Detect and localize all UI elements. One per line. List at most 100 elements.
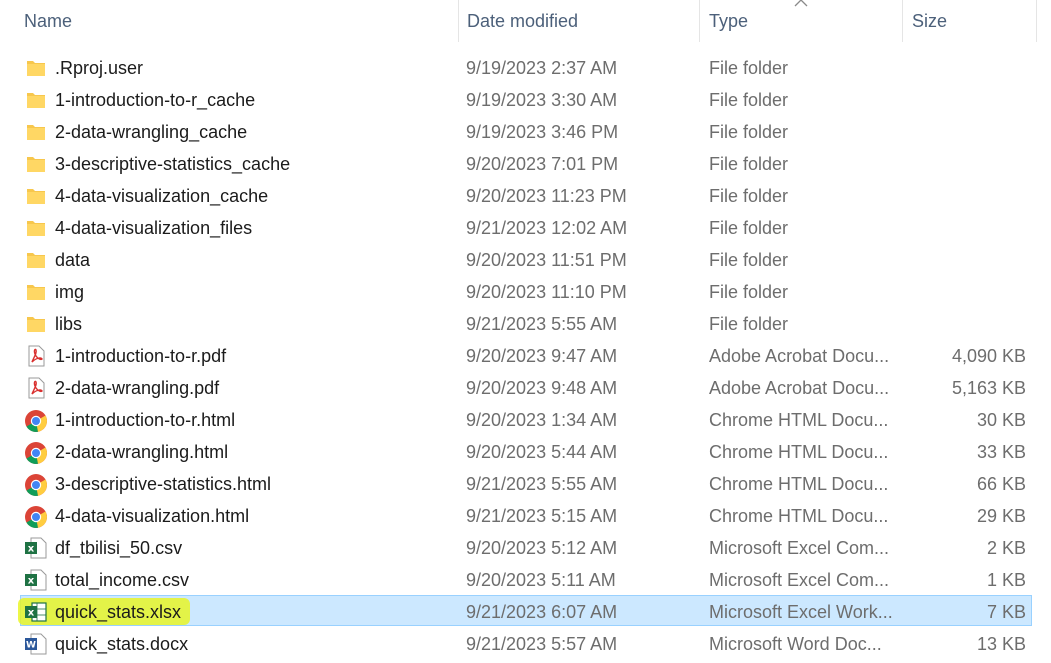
file-name[interactable]: 4-data-visualization_files: [55, 212, 455, 244]
file-type: File folder: [709, 58, 789, 78]
file-name[interactable]: data: [55, 244, 455, 276]
folder-icon: [24, 249, 48, 271]
file-row[interactable]: data 9/20/2023 11:51 PM File folder: [0, 244, 1051, 276]
file-name[interactable]: img: [55, 276, 455, 308]
column-header-name[interactable]: Name: [18, 0, 458, 42]
file-date-modified: 9/20/2023 11:10 PM: [466, 282, 627, 302]
excel-csv-icon: x: [24, 537, 48, 559]
file-row[interactable]: libs 9/21/2023 5:55 AM File folder: [0, 308, 1051, 340]
file-row[interactable]: .Rproj.user 9/19/2023 2:37 AM File folder: [0, 52, 1051, 84]
file-type: File folder: [709, 250, 789, 270]
file-name[interactable]: total_income.csv: [55, 564, 455, 596]
file-name[interactable]: 4-data-visualization_cache: [55, 180, 455, 212]
folder-icon: [24, 281, 48, 303]
file-size: 7 KB: [986, 602, 1026, 622]
file-size: 4,090 KB: [951, 346, 1026, 366]
file-row[interactable]: x df_tbilisi_50.csv 9/20/2023 5:12 AM Micro…: [0, 532, 1051, 564]
file-date-modified: 9/20/2023 11:51 PM: [466, 250, 627, 270]
file-type: Microsoft Word Doc...: [709, 634, 882, 654]
folder-icon: [24, 185, 48, 207]
column-header-bar: Name Date modified Type Size: [0, 0, 1051, 42]
file-size: [886, 212, 1026, 244]
file-row[interactable]: Wquick_stats.docx 9/21/2023 5:57 AM Micros…: [0, 628, 1051, 660]
chrome-icon: [24, 473, 48, 496]
file-row[interactable]: 2-data-wrangling.pdf 9/20/2023 9:48 AM Ado…: [0, 372, 1051, 404]
word-icon: W: [24, 633, 48, 655]
folder-icon: [24, 153, 48, 175]
chrome-icon: [24, 441, 48, 464]
file-row[interactable]: 3-descriptive-statistics_cache 9/20/2023 …: [0, 148, 1051, 180]
folder-icon: [24, 89, 48, 111]
file-size: [886, 308, 1026, 340]
file-type: File folder: [709, 314, 789, 334]
file-name[interactable]: 3-descriptive-statistics.html: [55, 468, 455, 500]
file-size: [886, 276, 1026, 308]
file-list: .Rproj.user 9/19/2023 2:37 AM File folder …: [0, 52, 1051, 660]
file-type: Chrome HTML Docu...: [709, 442, 889, 462]
file-row[interactable]: x quick_stats.xlsx 9/21/2023 6:07 AM Micros…: [0, 595, 1051, 628]
file-row[interactable]: 1-introduction-to-r.pdf 9/20/2023 9:47 AM…: [0, 340, 1051, 372]
file-date-modified: 9/21/2023 6:07 AM: [466, 602, 618, 622]
file-name[interactable]: 4-data-visualization.html: [55, 500, 455, 532]
file-name[interactable]: quick_stats.docx: [55, 628, 455, 660]
file-name[interactable]: .Rproj.user: [55, 52, 455, 84]
file-date-modified: 9/20/2023 5:44 AM: [466, 442, 618, 462]
svg-text:x: x: [28, 544, 35, 555]
file-type: Chrome HTML Docu...: [709, 410, 889, 430]
file-date-modified: 9/21/2023 5:15 AM: [466, 506, 618, 526]
file-row[interactable]: 2-data-wrangling.html 9/20/2023 5:44 AM Ch…: [0, 436, 1051, 468]
file-row[interactable]: 1-introduction-to-r.html 9/20/2023 1:34 A…: [0, 404, 1051, 436]
column-divider[interactable]: [458, 0, 459, 42]
file-size: [886, 148, 1026, 180]
file-name[interactable]: 2-data-wrangling.html: [55, 436, 455, 468]
file-name[interactable]: 1-introduction-to-r.pdf: [55, 340, 455, 372]
file-row[interactable]: 3-descriptive-statistics.html 9/21/2023 5…: [0, 468, 1051, 500]
file-name[interactable]: 1-introduction-to-r.html: [55, 404, 455, 436]
pdf-icon: [24, 377, 48, 399]
file-size: [886, 52, 1026, 84]
file-row[interactable]: 4-data-visualization_cache 9/20/2023 11:2…: [0, 180, 1051, 212]
file-row[interactable]: 4-data-visualization.html 9/21/2023 5:15 …: [0, 500, 1051, 532]
file-name[interactable]: libs: [55, 308, 455, 340]
svg-text:W: W: [26, 641, 36, 651]
chrome-icon: [24, 505, 48, 528]
file-row[interactable]: 4-data-visualization_files 9/21/2023 12:0…: [0, 212, 1051, 244]
excel-icon: x: [24, 601, 48, 623]
file-date-modified: 9/20/2023 1:34 AM: [466, 410, 618, 430]
file-size: 30 KB: [976, 410, 1026, 430]
column-divider[interactable]: [699, 0, 700, 42]
file-row[interactable]: img 9/20/2023 11:10 PM File folder: [0, 276, 1051, 308]
file-size: [886, 244, 1026, 276]
file-type: Microsoft Excel Com...: [709, 538, 890, 558]
column-header-size[interactable]: Size: [906, 0, 1036, 42]
file-name[interactable]: 1-introduction-to-r_cache: [55, 84, 455, 116]
column-header-date-modified[interactable]: Date modified: [461, 0, 699, 42]
svg-text:x: x: [28, 576, 35, 587]
file-type: Microsoft Excel Work...: [709, 602, 893, 622]
chrome-icon: [24, 409, 48, 432]
file-date-modified: 9/19/2023 3:30 AM: [466, 90, 618, 110]
file-type: Adobe Acrobat Docu...: [709, 346, 890, 366]
chevron-up-icon: [794, 0, 808, 7]
file-type: Microsoft Excel Com...: [709, 570, 890, 590]
file-type: File folder: [709, 90, 789, 110]
file-row[interactable]: x total_income.csv 9/20/2023 5:11 AM Micros…: [0, 564, 1051, 596]
file-name[interactable]: 2-data-wrangling.pdf: [55, 372, 455, 404]
file-row[interactable]: 2-data-wrangling_cache 9/19/2023 3:46 PM F…: [0, 116, 1051, 148]
file-type: Chrome HTML Docu...: [709, 506, 889, 526]
file-name[interactable]: quick_stats.xlsx: [55, 596, 455, 628]
file-date-modified: 9/20/2023 5:11 AM: [466, 570, 616, 590]
file-size: [886, 180, 1026, 212]
file-type: File folder: [709, 282, 789, 302]
file-name[interactable]: df_tbilisi_50.csv: [55, 532, 455, 564]
file-date-modified: 9/20/2023 5:12 AM: [466, 538, 618, 558]
column-divider[interactable]: [1036, 0, 1037, 42]
file-row[interactable]: 1-introduction-to-r_cache 9/19/2023 3:30 …: [0, 84, 1051, 116]
file-date-modified: 9/21/2023 12:02 AM: [466, 218, 628, 238]
svg-text:x: x: [28, 608, 35, 619]
file-name[interactable]: 3-descriptive-statistics_cache: [55, 148, 455, 180]
column-divider[interactable]: [902, 0, 903, 42]
pdf-icon: [24, 345, 48, 367]
file-type: File folder: [709, 122, 789, 142]
file-name[interactable]: 2-data-wrangling_cache: [55, 116, 455, 148]
